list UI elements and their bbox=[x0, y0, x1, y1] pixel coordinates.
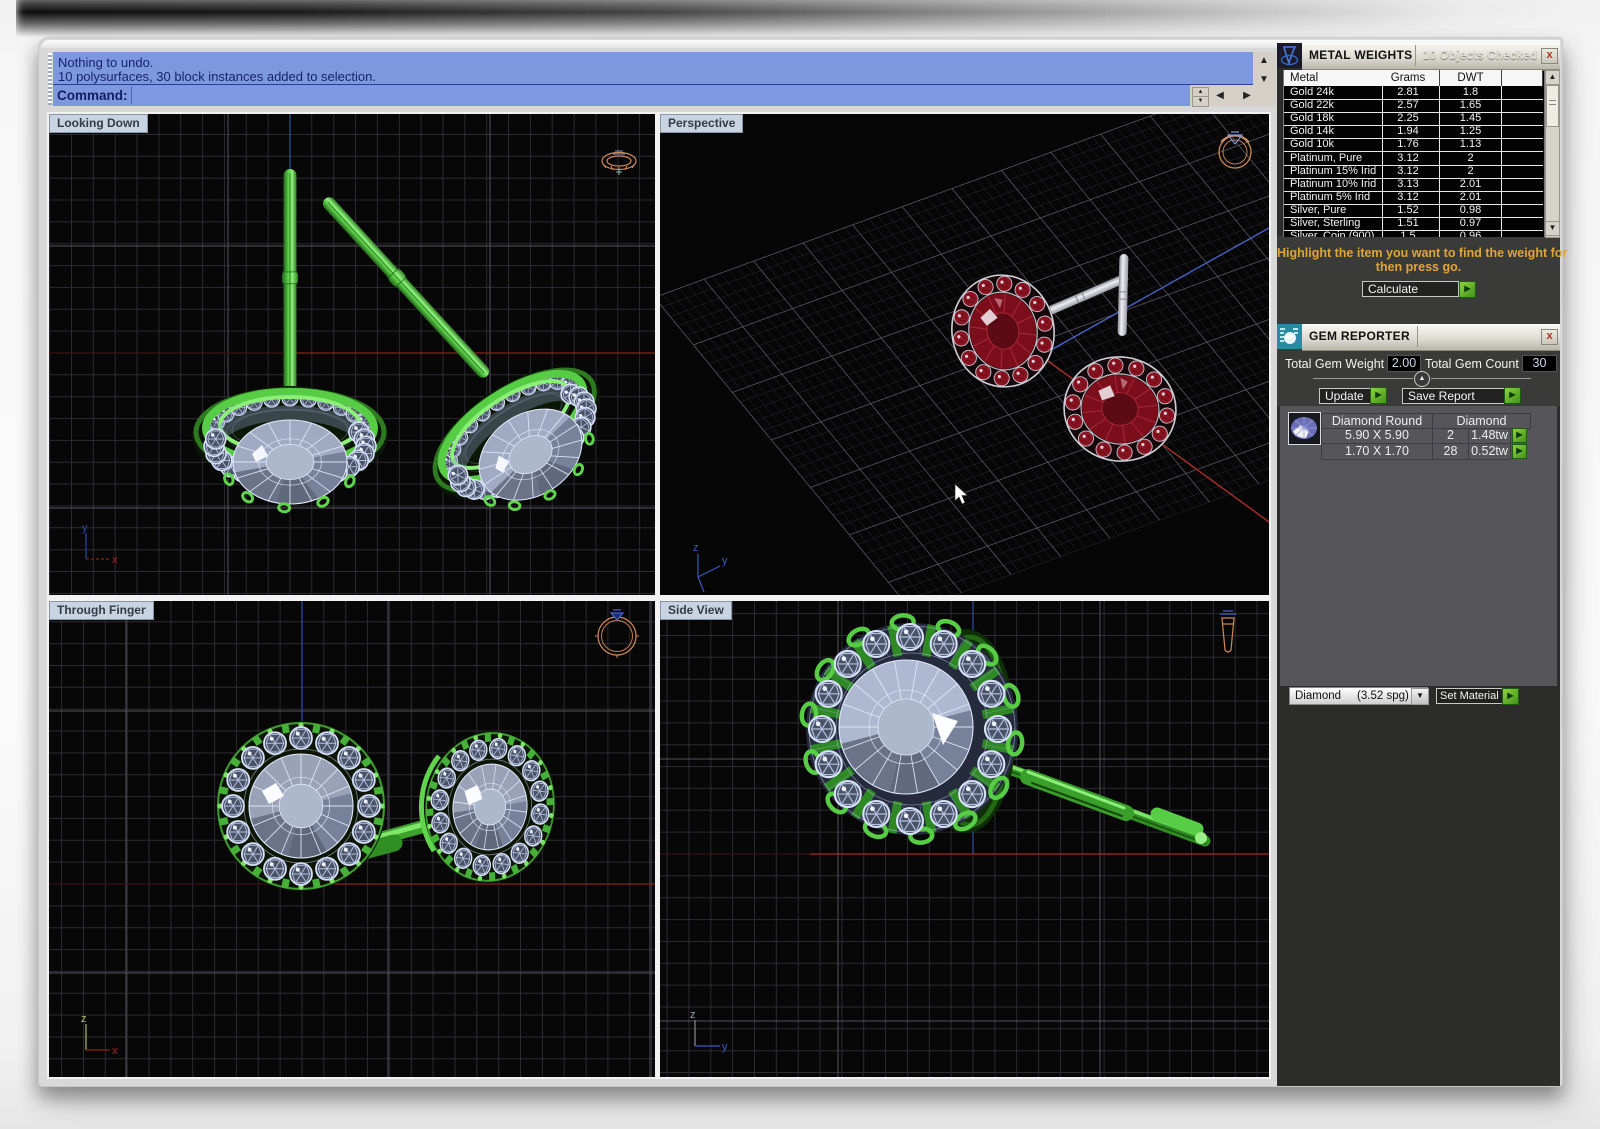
svg-text:z: z bbox=[690, 1009, 696, 1021]
svg-text:y: y bbox=[722, 555, 728, 567]
svg-text:x: x bbox=[702, 593, 708, 595]
svg-text:z: z bbox=[693, 542, 699, 554]
svg-text:y: y bbox=[82, 522, 88, 534]
svg-text:x: x bbox=[112, 1045, 118, 1057]
svg-text:z: z bbox=[81, 1013, 87, 1025]
svg-text:y: y bbox=[722, 1041, 728, 1053]
svg-text:x: x bbox=[112, 554, 118, 566]
